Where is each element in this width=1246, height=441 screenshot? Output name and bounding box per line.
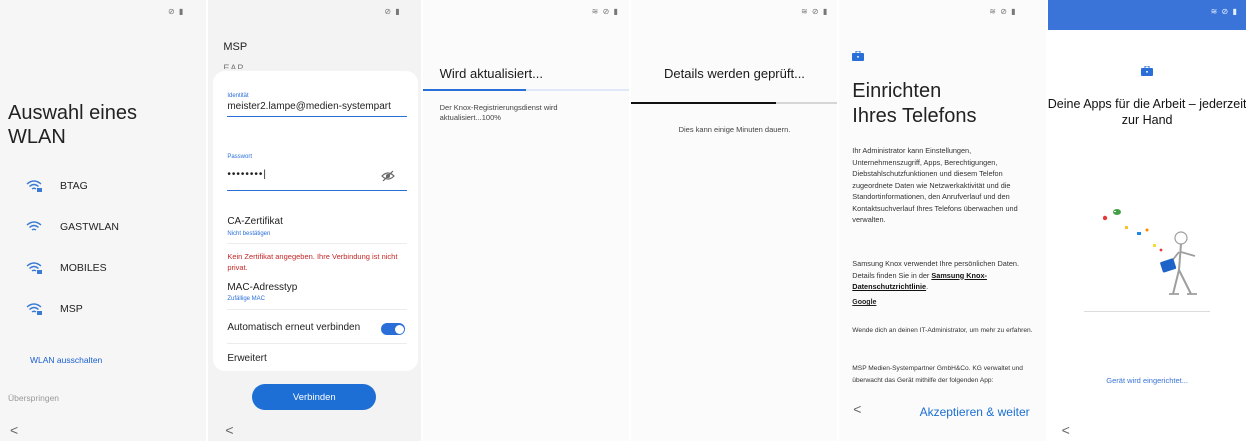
back-button[interactable]: < (853, 401, 861, 417)
back-button[interactable]: < (225, 422, 233, 438)
certificate-error: Kein Zertifikat angegeben. Ihre Verbindu… (227, 252, 398, 272)
identity-underline (227, 116, 408, 117)
network-config-screen: ⊘ ▮ MSP EAP Identität meister2.lampe@med… (208, 0, 421, 441)
network-item-msp[interactable]: MSP (0, 289, 206, 329)
admin-permissions-text: Ihr Administrator kann Einstellungen, Un… (852, 146, 1018, 224)
screenshot-strip: ⊘ ▮ Auswahl eines WLAN BTAG GASTWLAN MOB… (0, 0, 1246, 441)
status-message: Dies kann einige Minuten dauern. (678, 125, 791, 134)
checking-screen: ≋ ⊘ ▮ Details werden geprüft... Dies kan… (630, 0, 838, 441)
ca-certificate-value: Nicht bestätigen (227, 231, 271, 237)
eap-method-label: EAP (223, 63, 245, 69)
google-link[interactable]: Google (852, 299, 876, 306)
contact-admin-text: Wende dich an deinen IT-Administrator, u… (852, 327, 1033, 334)
mac-type-title[interactable]: MAC-Adresstyp (227, 282, 297, 293)
setup-consent-screen: ≋ ⊘ ▮ Einrichten Ihres Telefons Ihr Admi… (839, 0, 1046, 441)
identity-label: Identität (227, 93, 249, 99)
ca-certificate-title[interactable]: CA-Zertifikat (227, 216, 283, 227)
identity-field[interactable]: meister2.lampe@medien-systempart (227, 101, 407, 112)
network-name: BTAG (60, 180, 88, 192)
auto-reconnect-toggle[interactable] (381, 323, 406, 335)
wlan-selection-screen: ⊘ ▮ Auswahl eines WLAN BTAG GASTWLAN MOB… (0, 0, 207, 441)
network-item-gastwlan[interactable]: GASTWLAN (0, 207, 206, 247)
setup-status: Gerät wird eingerichtet... (1106, 376, 1188, 385)
advanced-button[interactable]: Erweitert (227, 353, 266, 364)
briefcase-icon (852, 51, 865, 61)
password-field[interactable]: ••••••••| (227, 169, 407, 180)
divider (227, 243, 408, 244)
network-name: MOBILES (60, 262, 107, 274)
page-title: Auswahl eines WLAN (8, 102, 137, 148)
title-line-1: Einrichten (852, 80, 942, 102)
page-title: Einrichten Ihres Telefons (852, 79, 976, 129)
ground-line (1083, 311, 1210, 312)
company-text: MSP Medien-Systempartner GmbH&Co. KG ver… (852, 365, 1023, 384)
back-button[interactable]: < (1062, 422, 1070, 438)
progress-fill (630, 102, 776, 104)
status-bar: ≋ ⊘ ▮ (989, 7, 1017, 16)
status-bar: ≋ ⊘ ▮ (1210, 7, 1238, 16)
page-title: Details werden geprüft... (664, 66, 805, 81)
knox-privacy-suffix: . (926, 282, 929, 291)
wifi-lock-icon (26, 262, 42, 274)
title-line-2: Ihres Telefons (852, 105, 977, 127)
password-label: Passwort (227, 154, 253, 160)
network-header: MSP (223, 41, 248, 53)
wifi-lock-icon (26, 180, 42, 192)
wifi-lock-icon (26, 303, 42, 315)
password-underline (227, 190, 408, 191)
network-name: MSP (60, 303, 83, 315)
status-bar: ⊘ ▮ (168, 7, 185, 16)
status-bar: ≋ ⊘ ▮ (591, 7, 619, 16)
status-bar: ≋ ⊘ ▮ (800, 7, 829, 16)
back-button[interactable]: < (10, 422, 18, 438)
wifi-icon (26, 221, 42, 231)
briefcase-icon (1140, 66, 1153, 76)
accept-continue-button[interactable]: Akzeptieren & weiter (920, 405, 1030, 419)
status-bar: ⊘ ▮ (384, 7, 401, 16)
config-card: Identität meister2.lampe@medien-systempa… (213, 71, 419, 371)
connect-button[interactable]: Verbinden (252, 384, 377, 410)
auto-reconnect-label: Automatisch erneut verbinden (227, 322, 361, 333)
eye-off-icon[interactable] (381, 170, 396, 182)
network-name: GASTWLAN (60, 221, 119, 233)
status-message: Der Knox-Registrierungsdienst wird aktua… (439, 103, 558, 122)
divider (227, 309, 408, 310)
divider (227, 343, 408, 344)
wifi-off-button[interactable]: WLAN ausschalten (30, 355, 102, 365)
knox-privacy-text: Samsung Knox verwendet Ihre persönlichen… (852, 258, 1037, 293)
network-item-btag[interactable]: BTAG (0, 166, 206, 206)
page-title: Deine Apps für die Arbeit – jederzeit zu… (1047, 97, 1246, 127)
mac-type-value: Zufällige MAC (227, 296, 266, 302)
updating-screen: ≋ ⊘ ▮ Wird aktualisiert... Der Knox-Regi… (422, 0, 629, 441)
work-apps-screen: ≋ ⊘ ▮ Deine Apps für die Arbeit – jederz… (1047, 0, 1246, 441)
person-with-briefcase-illustration (1102, 209, 1197, 295)
skip-button[interactable]: Überspringen (8, 393, 59, 403)
page-title: Wird aktualisiert... (439, 66, 543, 81)
network-item-mobiles[interactable]: MOBILES (0, 248, 206, 288)
progress-fill (422, 89, 527, 91)
